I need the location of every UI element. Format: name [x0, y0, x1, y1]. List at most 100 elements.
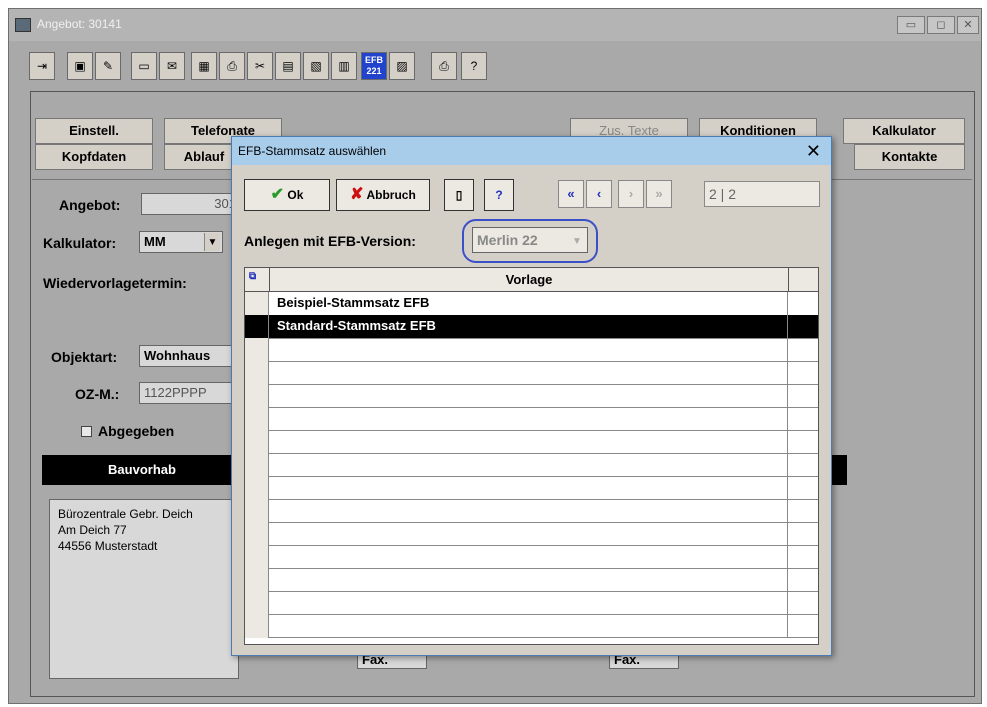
tab-kalkulator[interactable]: Kalkulator	[843, 118, 965, 144]
vorlage-cell[interactable]	[273, 453, 788, 477]
bauvorhaben-header: Bauvorhab	[42, 455, 242, 485]
vorlage-cell[interactable]	[273, 499, 788, 523]
vorlage-cell[interactable]: Standard-Stammsatz EFB	[273, 315, 788, 339]
window-title: Angebot: 30141	[37, 17, 122, 31]
wiedervorlage-label: Wiedervorlagetermin:	[43, 275, 187, 291]
table-row[interactable]	[245, 545, 818, 569]
close-button[interactable]: ✕	[957, 16, 979, 34]
table-row[interactable]	[245, 453, 818, 477]
table-row[interactable]	[245, 430, 818, 454]
checkbox-box[interactable]	[81, 426, 92, 437]
vorlage-cell[interactable]	[273, 545, 788, 569]
row-selector[interactable]	[245, 453, 269, 477]
row-selector[interactable]	[245, 614, 269, 638]
table-row[interactable]	[245, 591, 818, 615]
row-selector[interactable]	[245, 476, 269, 500]
help-icon[interactable]: ?	[461, 52, 487, 80]
folder-icon[interactable]: ▭	[131, 52, 157, 80]
cross-icon: ✘	[350, 186, 364, 203]
vorlage-cell[interactable]	[273, 338, 788, 362]
address-box[interactable]: Bürozentrale Gebr. Deich Am Deich 77 445…	[49, 499, 239, 679]
cart-icon[interactable]: ▤	[275, 52, 301, 80]
notes-icon[interactable]: ▨	[389, 52, 415, 80]
table-row[interactable]: Beispiel-Stammsatz EFB	[245, 292, 818, 316]
save-icon[interactable]: ▣	[67, 52, 93, 80]
edit-pencil-icon[interactable]: ✎	[95, 52, 121, 80]
vorlage-cell[interactable]	[273, 430, 788, 454]
table-row[interactable]	[245, 476, 818, 500]
row-selector[interactable]	[245, 522, 269, 546]
ok-button[interactable]: ✔ Ok	[244, 179, 330, 211]
column-header-vorlage[interactable]: Vorlage	[269, 268, 789, 291]
row-selector[interactable]	[245, 568, 269, 592]
table-row[interactable]	[245, 568, 818, 592]
objektart-label: Objektart:	[51, 349, 118, 365]
row-selector[interactable]	[245, 361, 269, 385]
title-bar: Angebot: 30141 ▭ ◻ ✕	[9, 9, 981, 41]
vorlage-cell[interactable]	[273, 614, 788, 638]
vorlage-cell[interactable]	[273, 361, 788, 385]
template-grid[interactable]: ⧉ Vorlage Beispiel-Stammsatz EFB Standard…	[244, 267, 819, 645]
document-icon: ▯	[455, 188, 463, 202]
mail-icon[interactable]: ✉	[159, 52, 185, 80]
new-document-button[interactable]: ▯	[444, 179, 474, 211]
row-selector[interactable]	[245, 384, 269, 408]
copy-icon[interactable]: ⧉	[249, 271, 265, 287]
chevron-down-icon[interactable]: ▼	[569, 230, 585, 250]
row-selector[interactable]	[245, 315, 269, 339]
minimize-button[interactable]: ▭	[897, 16, 925, 34]
row-selector[interactable]	[245, 545, 269, 569]
row-selector[interactable]	[245, 338, 269, 362]
exit-icon[interactable]: ⇥	[29, 52, 55, 80]
vorlage-cell[interactable]	[273, 568, 788, 592]
vorlage-cell[interactable]	[273, 476, 788, 500]
efb-icon[interactable]: EFB 221	[361, 52, 387, 80]
angebot-field[interactable]: 301	[141, 193, 241, 215]
table-row[interactable]: Standard-Stammsatz EFB	[245, 315, 818, 339]
next-record-button[interactable]: ›	[618, 180, 644, 208]
dialog-close-button[interactable]: ✕	[806, 140, 821, 162]
maximize-button[interactable]: ◻	[927, 16, 955, 34]
row-selector[interactable]	[245, 499, 269, 523]
prev-record-button[interactable]: ‹	[586, 180, 612, 208]
table-row[interactable]	[245, 522, 818, 546]
abbruch-button[interactable]: ✘ Abbruch	[336, 179, 430, 211]
tab-kopfdaten[interactable]: Kopfdaten	[35, 144, 153, 170]
printer-icon[interactable]: ⎙	[431, 52, 457, 80]
vorlage-cell[interactable]	[273, 591, 788, 615]
tab-kontakte[interactable]: Kontakte	[854, 144, 965, 170]
table-row[interactable]	[245, 338, 818, 362]
row-selector[interactable]	[245, 430, 269, 454]
version-select[interactable]: Merlin 22 ▼	[472, 227, 588, 253]
table-row[interactable]	[245, 614, 818, 638]
last-record-button[interactable]: »	[646, 180, 672, 208]
vorlage-cell[interactable]	[273, 407, 788, 431]
chevron-down-icon[interactable]: ▼	[204, 233, 220, 251]
table-row[interactable]	[245, 384, 818, 408]
vorlage-cell[interactable]	[273, 384, 788, 408]
print-preview-icon[interactable]: ⎙	[219, 52, 245, 80]
vorlage-cell[interactable]: Beispiel-Stammsatz EFB	[273, 292, 788, 316]
efb-dialog: EFB-Stammsatz auswählen ✕ ✔ Ok ✘ Abbruch…	[231, 136, 832, 656]
kalkulator-label: Kalkulator:	[43, 235, 117, 251]
row-selector[interactable]	[245, 407, 269, 431]
table-row[interactable]	[245, 499, 818, 523]
table-row[interactable]	[245, 407, 818, 431]
table-icon[interactable]: ▦	[191, 52, 217, 80]
print-icon[interactable]: ▧	[303, 52, 329, 80]
oz-field[interactable]: 1122PPPP	[139, 382, 239, 404]
tab-einstell[interactable]: Einstell.	[35, 118, 153, 144]
app-icon	[15, 18, 31, 32]
help-button[interactable]: ?	[484, 179, 514, 211]
first-record-button[interactable]: «	[558, 180, 584, 208]
toolbar: ⇥ ▣ ✎ ▭ ✉ ▦ ⎙ ✂ ▤ ▧ ▥ EFB 221 ▨ ⎙ ?	[29, 52, 629, 82]
row-selector[interactable]	[245, 292, 269, 316]
abgegeben-checkbox[interactable]: Abgegeben	[81, 423, 174, 439]
calculator-icon[interactable]: ▥	[331, 52, 357, 80]
objektart-field[interactable]: Wohnhaus	[139, 345, 239, 367]
row-selector[interactable]	[245, 591, 269, 615]
kalkulator-select[interactable]: MM ▼	[139, 231, 223, 253]
vorlage-cell[interactable]	[273, 522, 788, 546]
table-row[interactable]	[245, 361, 818, 385]
tools-icon[interactable]: ✂	[247, 52, 273, 80]
